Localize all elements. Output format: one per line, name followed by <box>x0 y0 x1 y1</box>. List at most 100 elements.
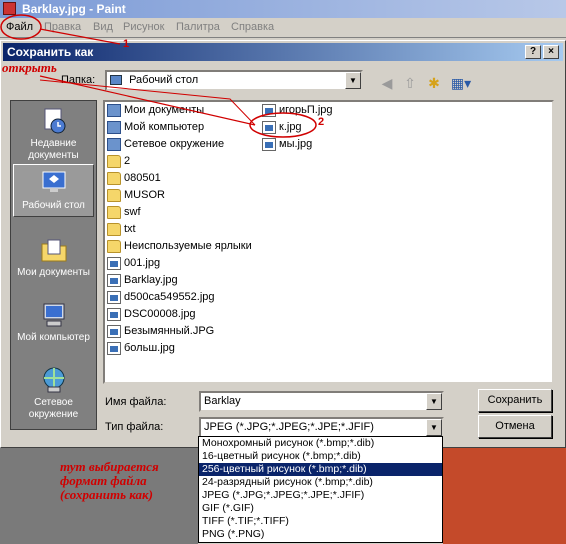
list-item[interactable]: 2 <box>107 153 130 169</box>
file-name: 001.jpg <box>124 257 161 269</box>
chevron-down-icon[interactable]: ▼ <box>345 72 361 89</box>
file-name: 2 <box>124 155 131 167</box>
list-item[interactable]: DSC00008.jpg <box>107 306 196 322</box>
chevron-down-icon[interactable]: ▼ <box>426 419 442 436</box>
list-item[interactable]: Barklay.jpg <box>107 272 178 288</box>
menu-image[interactable]: Рисунок <box>123 21 165 33</box>
menu-view[interactable]: Вид <box>93 21 113 33</box>
place-network[interactable]: Сетевое окружение <box>13 366 94 421</box>
save-as-dialog: Сохранить как ? × Папка: Рабочий стол ▼ … <box>0 40 566 448</box>
filename-value: Barklay <box>204 395 241 407</box>
image-file-icon <box>107 256 121 270</box>
folder-icon <box>107 154 121 168</box>
list-item[interactable]: Мои документы <box>107 102 204 118</box>
places-bar: Недавние документы Рабочий стол Мои доку… <box>10 100 97 430</box>
folder-icon <box>107 239 121 253</box>
filetype-option-highlighted[interactable]: 256-цветный рисунок (*.bmp;*.dib) <box>199 463 442 476</box>
new-folder-icon[interactable]: ✱ <box>424 74 444 92</box>
menu-help[interactable]: Справка <box>231 21 274 33</box>
file-name: d500ca549552.jpg <box>124 291 215 303</box>
desktop-icon <box>110 75 122 86</box>
filetype-option[interactable]: 24-разрядный рисунок (*.bmp;*.dib) <box>199 476 442 489</box>
save-button[interactable]: Сохранить <box>478 389 552 412</box>
list-item[interactable]: d500ca549552.jpg <box>107 289 215 305</box>
list-item[interactable]: 080501 <box>107 170 161 186</box>
my-computer-icon <box>43 303 64 327</box>
desktop-icon <box>42 171 65 192</box>
chevron-down-icon[interactable]: ▼ <box>426 393 442 410</box>
help-button[interactable]: ? <box>525 45 541 59</box>
image-file-icon <box>262 137 276 151</box>
filetype-dropdown[interactable]: Монохромный рисунок (*.bmp;*.dib) 16-цве… <box>198 436 443 543</box>
menu-file[interactable]: Файл <box>6 21 33 33</box>
file-name: Сетевое окружение <box>124 138 225 150</box>
image-file-icon <box>262 103 276 117</box>
close-button[interactable]: × <box>543 45 559 59</box>
list-item[interactable]: swf <box>107 204 141 220</box>
up-folder-icon[interactable]: ⇧ <box>400 74 420 92</box>
folder-icon <box>107 171 121 185</box>
file-name: txt <box>124 223 136 235</box>
paint-window-title: Barklay.jpg - Paint <box>22 2 126 16</box>
list-item[interactable]: 001.jpg <box>107 255 160 271</box>
network-icon <box>107 137 121 151</box>
filetype-option[interactable]: 16-цветный рисунок (*.bmp;*.dib) <box>199 450 442 463</box>
paint-title-bar: Barklay.jpg - Paint <box>0 0 566 18</box>
place-my-computer[interactable]: Мой компьютер <box>13 301 94 344</box>
file-name: Безымянный.JPG <box>124 325 215 337</box>
network-icon <box>43 367 64 393</box>
filetype-option[interactable]: Монохромный рисунок (*.bmp;*.dib) <box>199 437 442 450</box>
folder-icon <box>107 205 121 219</box>
annotation-note-line: формат файла <box>60 473 147 488</box>
image-file-icon <box>107 273 121 287</box>
list-item[interactable]: Мой компьютер <box>107 119 204 135</box>
list-item[interactable]: MUSOR <box>107 187 165 203</box>
file-name: больш.jpg <box>124 342 175 354</box>
paint-menu-bar: Файл Правка Вид Рисунок Палитра Справка <box>0 18 566 38</box>
folder-label: Папка: <box>61 74 96 86</box>
annotation-note-line: (сохранить как) <box>60 487 153 502</box>
file-name: Barklay.jpg <box>124 274 178 286</box>
filename-label: Имя файла: <box>105 396 167 408</box>
list-item[interactable]: больш.jpg <box>107 340 175 356</box>
file-name: MUSOR <box>124 189 165 201</box>
filetype-option[interactable]: JPEG (*.JPG;*.JPEG;*.JPE;*.JFIF) <box>199 489 442 502</box>
filetype-option[interactable]: TIFF (*.TIF;*.TIFF) <box>199 515 442 528</box>
image-file-icon <box>107 290 121 304</box>
annotation-note-line: тут выбирается <box>60 459 159 474</box>
docs-icon <box>107 103 121 117</box>
dialog-title-bar: Сохранить как ? × <box>3 43 563 61</box>
list-item[interactable]: Безымянный.JPG <box>107 323 214 339</box>
place-network-label: Сетевое окружение <box>28 397 79 420</box>
annotation-number-2: 2 <box>318 116 325 128</box>
paint-app-icon <box>3 2 16 15</box>
file-name: Неиспользуемые ярлыки <box>124 240 252 252</box>
list-item[interactable]: Сетевое окружение <box>107 136 224 152</box>
annotation-number-1: 1 <box>123 38 130 50</box>
menu-edit[interactable]: Правка <box>44 21 81 33</box>
folder-combo[interactable]: Рабочий стол ▼ <box>105 70 363 91</box>
filetype-select[interactable]: JPEG (*.JPG;*.JPEG;*.JPE;*.JFIF) ▼ <box>199 417 444 438</box>
filename-input[interactable]: Barklay ▼ <box>199 391 444 412</box>
list-item[interactable]: мы.jpg <box>262 136 312 152</box>
folder-icon <box>107 188 121 202</box>
place-recent[interactable]: Недавние документы <box>13 107 94 162</box>
file-name: Мои документы <box>124 104 205 116</box>
filetype-option[interactable]: PNG (*.PNG) <box>199 528 442 541</box>
list-item[interactable]: Неиспользуемые ярлыки <box>107 238 252 254</box>
folder-icon <box>107 222 121 236</box>
filetype-option[interactable]: GIF (*.GIF) <box>199 502 442 515</box>
my-documents-icon <box>41 239 66 262</box>
file-name: игорьП.jpg <box>279 104 333 116</box>
menu-palette[interactable]: Палитра <box>176 21 220 33</box>
list-item[interactable]: к.jpg <box>262 119 302 135</box>
place-recent-label: Недавние документы <box>28 138 79 161</box>
view-menu-icon[interactable]: ▦▾ <box>448 74 474 92</box>
file-list[interactable]: Мои документы Мой компьютер Сетевое окру… <box>103 100 554 384</box>
list-item[interactable]: txt <box>107 221 136 237</box>
place-desktop[interactable]: Рабочий стол <box>13 164 94 217</box>
place-my-documents[interactable]: Мои документы <box>13 236 94 279</box>
file-name: swf <box>124 206 141 218</box>
cancel-button[interactable]: Отмена <box>478 415 552 438</box>
back-icon[interactable]: ◀ <box>377 74 397 92</box>
